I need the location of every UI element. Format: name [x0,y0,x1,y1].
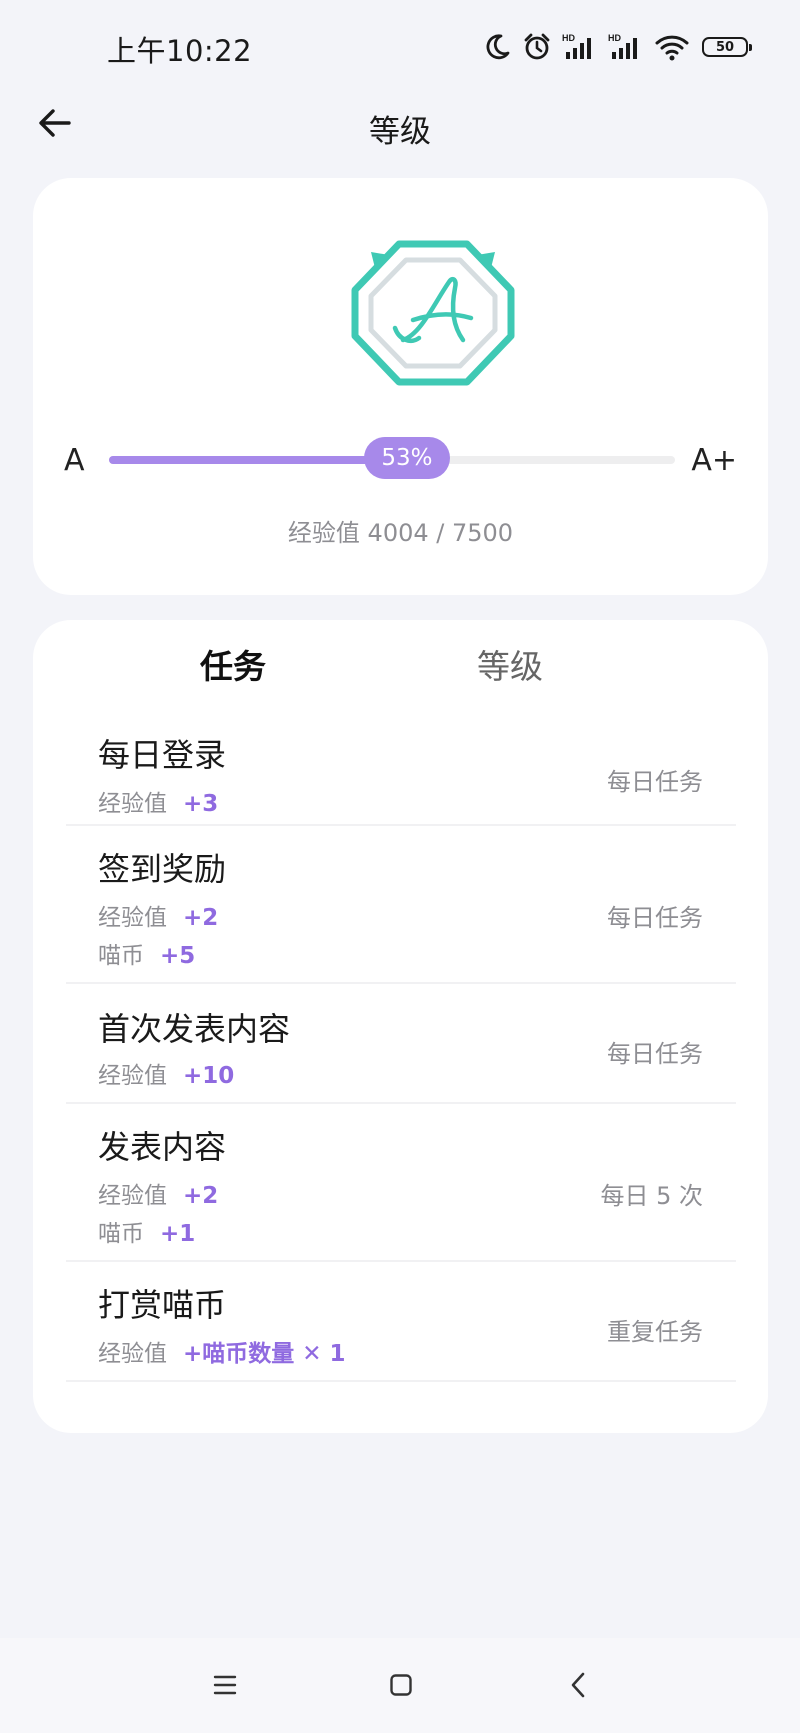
svg-text:HD: HD [562,33,575,43]
reward-label: 喵币 [98,1221,144,1247]
progress-percent-badge: 53% [363,437,450,479]
reward-value: +10 [183,1063,235,1089]
reward-value: +喵币数量 ✕ 1 [183,1341,346,1367]
reward-label: 经验值 [98,1341,167,1367]
task-frequency: 每日任务 [607,1040,703,1068]
moon-icon [486,34,510,60]
task-item-checkin-reward: 签到奖励 经验值 +2 喵币 +5 每日任务 [66,826,736,984]
battery-icon: 50 [702,37,752,57]
task-title: 发表内容 [98,1128,227,1166]
reward-label: 经验值 [98,1183,167,1209]
reward-row: 经验值 +喵币数量 ✕ 1 [98,1334,346,1368]
hd-signal-icon: HD [562,33,591,59]
tasks-card: 任务 等级 每日登录 经验值 +3 每日任务 签到奖励 经验值 +2 喵币 +5 每日… [33,620,768,1433]
task-title: 签到奖励 [98,850,227,888]
reward-row: 经验值 +10 [98,1056,234,1090]
svg-text:HD: HD [608,33,621,43]
menu-icon [213,1675,237,1695]
task-frequency: 重复任务 [607,1318,703,1346]
reward-row: 经验值 +3 [98,784,218,818]
reward-row: 经验值 +2 [98,898,218,932]
system-back-button[interactable] [563,1670,593,1700]
reward-value: +3 [183,791,219,817]
reward-label: 经验值 [98,791,167,817]
task-frequency: 每日任务 [607,904,703,932]
task-title: 打赏喵币 [98,1286,227,1324]
task-item-daily-login: 每日登录 经验值 +3 每日任务 [66,712,736,826]
home-square-icon [390,1674,412,1696]
task-item-tip-coins: 打赏喵币 经验值 +喵币数量 ✕ 1 重复任务 [66,1262,736,1382]
menu-button[interactable] [210,1670,240,1700]
page-title: 等级 [369,114,431,150]
task-title: 首次发表内容 [98,1010,291,1048]
header: 等级 [0,92,800,158]
back-chevron-icon [571,1672,585,1698]
reward-label: 经验值 [98,1063,167,1089]
experience-text: 经验值 4004 / 7500 [287,519,514,547]
status-bar: 上午10:22 HD HD 50 [0,0,800,92]
reward-row: 经验值 +2 [98,1176,218,1210]
task-item-first-post: 首次发表内容 经验值 +10 每日任务 [66,984,736,1104]
system-nav-bar [0,1638,800,1733]
reward-value: +2 [183,1183,219,1209]
level-progress-bar: 53% [109,437,675,479]
hd-signal-icon: HD [608,33,637,59]
current-level-label: A [64,443,85,478]
reward-value: +1 [160,1221,196,1247]
reward-row: 喵币 +1 [98,1214,195,1248]
home-button[interactable] [386,1670,416,1700]
task-item-post-content: 发表内容 经验值 +2 喵币 +1 每日 5 次 [66,1104,736,1262]
level-card: A A+ 53% 经验值 4004 / 7500 [33,178,768,595]
status-icons: HD HD 50 [482,30,752,64]
reward-label: 喵币 [98,943,144,969]
reward-row: 喵币 +5 [98,936,195,970]
battery-level: 50 [715,39,735,55]
reward-value: +2 [183,905,219,931]
status-time: 上午10:22 [107,34,253,68]
task-list: 每日登录 经验值 +3 每日任务 签到奖励 经验值 +2 喵币 +5 每日任务 首次发… [66,712,736,1382]
tab-levels[interactable]: 等级 [420,640,600,688]
wifi-icon [655,35,689,61]
task-frequency: 每日 5 次 [600,1182,703,1210]
level-badge-icon [351,240,515,386]
reward-value: +5 [160,943,196,969]
alarm-icon [524,33,550,60]
task-title: 每日登录 [98,736,227,774]
next-level-label: A+ [691,443,737,478]
reward-label: 经验值 [98,905,167,931]
tab-tasks[interactable]: 任务 [143,640,323,688]
task-frequency: 每日任务 [607,768,703,796]
